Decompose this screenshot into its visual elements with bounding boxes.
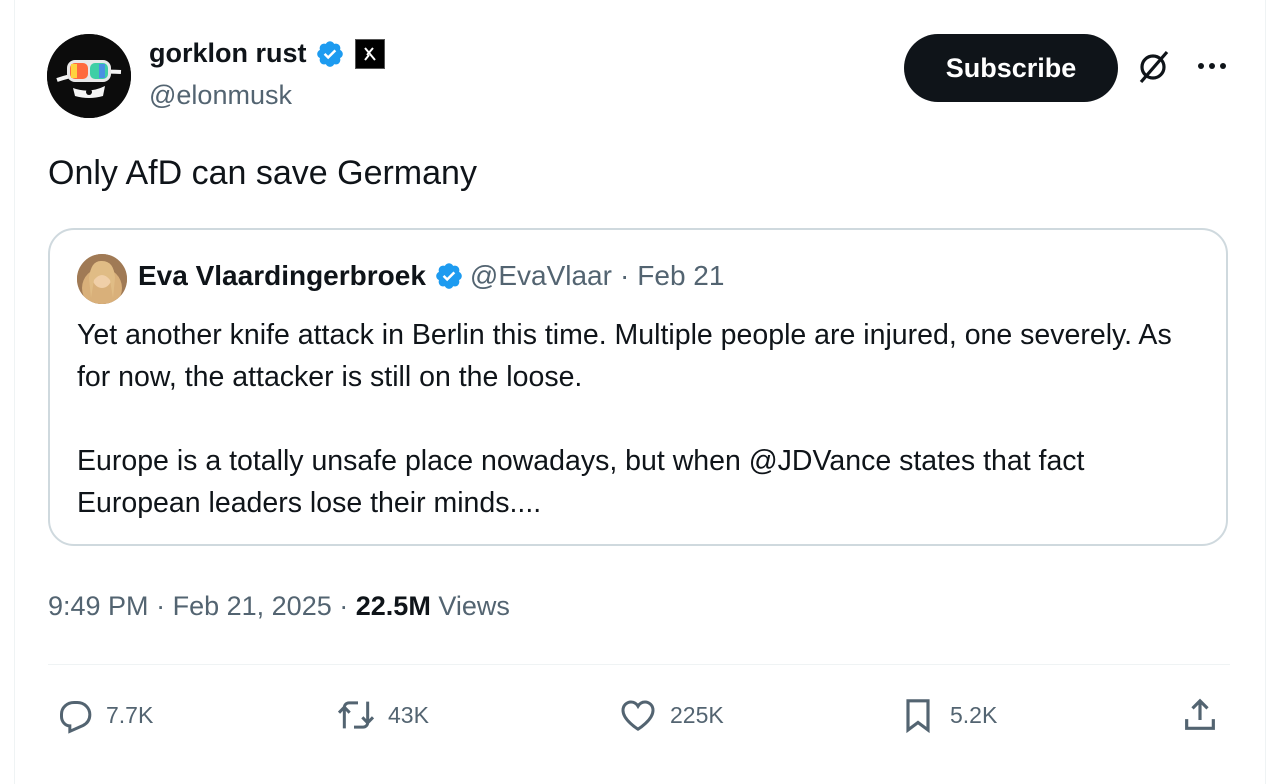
- verified-badge-icon[interactable]: [315, 39, 345, 69]
- author-avatar[interactable]: [47, 34, 131, 118]
- quoted-paragraph-1: Yet another knife attack in Berlin this …: [77, 319, 1172, 393]
- author-handle[interactable]: @elonmusk: [149, 80, 292, 111]
- views-label[interactable]: Views: [438, 591, 510, 621]
- quoted-author-avatar[interactable]: [77, 254, 127, 304]
- repost-count: 43K: [388, 701, 429, 728]
- post-meta-row: 9:49 PM · Feb 21, 2025 · 22.5M Views: [48, 591, 510, 622]
- heart-icon: [621, 700, 655, 731]
- author-name[interactable]: gorklon rust: [149, 38, 307, 69]
- quoted-post[interactable]: Eva Vlaardingerbroek @EvaVlaar · Feb 21 …: [48, 228, 1228, 546]
- quoted-paragraph-2: Europe is a totally unsafe place nowaday…: [77, 445, 1085, 519]
- quoted-header: Eva Vlaardingerbroek @EvaVlaar · Feb 21: [138, 260, 724, 292]
- like-button[interactable]: 225K: [618, 692, 724, 738]
- divider: [48, 664, 1230, 665]
- subscribe-button[interactable]: Subscribe: [904, 34, 1118, 102]
- reply-icon: [60, 701, 92, 734]
- post-time[interactable]: 9:49 PM: [48, 591, 149, 621]
- meta-separator: ·: [339, 591, 349, 621]
- author-name-row: gorklon rust: [149, 38, 385, 69]
- repost-icon: [337, 701, 375, 729]
- like-count: 225K: [670, 701, 724, 728]
- share-icon: [1185, 698, 1215, 730]
- quoted-avatar-photo: [77, 254, 127, 304]
- share-button[interactable]: [1180, 692, 1220, 738]
- views-count[interactable]: 22.5M: [356, 591, 431, 621]
- meta-separator: ·: [156, 591, 166, 621]
- post-text: Only AfD can save Germany: [48, 154, 477, 192]
- reply-count: 7.7K: [106, 701, 154, 728]
- goggles-avatar-icon: [47, 34, 131, 118]
- quoted-date[interactable]: Feb 21: [637, 260, 724, 292]
- affiliation-badge-icon[interactable]: [354, 38, 385, 69]
- grok-icon[interactable]: [1133, 46, 1173, 86]
- quoted-separator: ·: [619, 260, 630, 291]
- quoted-body: Yet another knife attack in Berlin this …: [77, 314, 1197, 566]
- quoted-author-handle[interactable]: @EvaVlaar: [470, 260, 612, 292]
- bookmark-count: 5.2K: [950, 701, 998, 728]
- reply-button[interactable]: 7.7K: [54, 692, 153, 738]
- more-options-icon[interactable]: [1190, 46, 1234, 86]
- post-date[interactable]: Feb 21, 2025: [173, 591, 332, 621]
- quoted-verified-badge-icon[interactable]: [434, 261, 464, 291]
- bookmark-icon: [906, 699, 930, 734]
- repost-button[interactable]: 43K: [336, 692, 429, 738]
- bookmark-button[interactable]: 5.2K: [898, 692, 997, 738]
- quoted-author-name[interactable]: Eva Vlaardingerbroek: [138, 260, 426, 292]
